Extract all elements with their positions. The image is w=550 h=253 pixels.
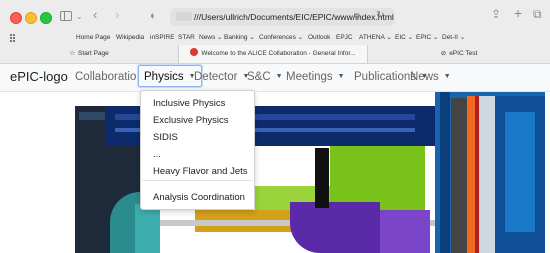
address-bar[interactable]: ///Users/ullrich/Documents/EIC/EPIC/www/… (170, 8, 395, 26)
detector-outer-blue-panel (505, 112, 535, 232)
tab-label: ePIC Test (449, 50, 478, 57)
nav-news[interactable]: News ▼ (410, 70, 451, 84)
url-text: ///Users/ullrich/Documents/EIC/EPIC/www/… (194, 12, 394, 22)
nav-sc[interactable]: S&C ▼ (247, 70, 283, 84)
detector-black-connector (315, 148, 329, 208)
favorite-epic[interactable]: EPIC ⌄ (416, 32, 438, 44)
nav-detector[interactable]: Detector ▼ (194, 70, 249, 84)
caret-down-icon: ▼ (337, 73, 345, 80)
nav-physics[interactable]: Physics ▼ (138, 65, 202, 87)
site-navbar: ePIC-logo Collaboration▼ Physics▼ Detect… (0, 64, 550, 92)
detector-purple-inner (380, 210, 430, 253)
detector-orange-strip (467, 96, 475, 253)
nav-label: Detector (194, 71, 238, 83)
minimize-window-button[interactable] (25, 12, 37, 24)
nav-label: Publications (354, 71, 417, 83)
menu-item-inclusive-physics[interactable]: Inclusive Physics (153, 98, 225, 110)
favorite-eic[interactable]: EIC ⌄ (395, 32, 413, 44)
reload-icon[interactable]: ↻ (376, 10, 384, 21)
menu-item-ellipsis[interactable]: ... (153, 149, 161, 161)
favorite-epjc[interactable]: EPJC (336, 32, 353, 44)
detector-right-grey (451, 98, 467, 253)
back-arrow-icon[interactable]: ‹ (93, 8, 97, 21)
caret-down-icon: ▼ (275, 73, 283, 80)
favorite-star[interactable]: STAR (178, 32, 195, 44)
brand-logo[interactable]: ePIC-logo (10, 69, 68, 85)
favorite-outlook[interactable]: Outlook (308, 32, 330, 44)
favorite-news[interactable]: News ⌄ (199, 32, 223, 44)
nav-label: Collaboration (75, 71, 143, 83)
nav-label: S&C (247, 71, 271, 83)
detector-right-rail (440, 92, 450, 253)
menu-item-heavy-flavor-and-jets[interactable]: Heavy Flavor and Jets (153, 166, 248, 178)
favorite-athena[interactable]: ATHENA ⌄ (359, 32, 392, 44)
detector-grey-strip (479, 96, 495, 253)
menu-item-sidis[interactable]: SIDIS (153, 132, 178, 144)
nav-label: News (410, 71, 439, 83)
site-info-icon[interactable] (176, 12, 192, 21)
close-window-button[interactable] (10, 12, 22, 24)
nav-meetings[interactable]: Meetings ▼ (286, 70, 345, 84)
nav-label: Meetings (286, 71, 333, 83)
new-tab-icon[interactable]: + (514, 6, 522, 20)
favorite-home-page[interactable]: Home Page (76, 32, 110, 44)
tab-start-page[interactable]: ☆ Start Page (0, 45, 178, 63)
menu-item-analysis-coordination[interactable]: Analysis Coordination (153, 192, 245, 204)
caret-down-icon: ▼ (443, 73, 451, 80)
favorite-wikipedia[interactable]: Wikipedia (116, 32, 144, 44)
favorite-det-ii[interactable]: Det-II ⌄ (442, 32, 465, 44)
favorite-conferences[interactable]: Conferences ⌄ (259, 32, 303, 44)
tab-epic-test[interactable]: ⊘ ePIC Test (367, 45, 550, 63)
zoom-window-button[interactable] (40, 12, 52, 24)
detector-teal-inner (135, 204, 160, 253)
detector-purple-endcap (290, 202, 380, 253)
chevron-down-icon[interactable]: ⌄ (76, 11, 83, 23)
tab-bar: ☆ Start Page Welcome to the ALICE Collabo… (0, 45, 550, 63)
privacy-shield-icon[interactable]: ◐ (150, 10, 157, 22)
share-icon[interactable]: ⇪ (491, 8, 501, 20)
alice-favicon-icon (190, 48, 199, 56)
favorite-banking[interactable]: Banking ⌄ (224, 32, 255, 44)
nav-label: Physics (144, 71, 184, 83)
menu-item-exclusive-physics[interactable]: Exclusive Physics (153, 115, 229, 127)
forward-arrow-icon[interactable]: › (115, 8, 119, 21)
browser-toolbar: ⌄ ‹ › ◐ ///Users/ullrich/Documents/EIC/E… (0, 0, 550, 31)
tab-overview-icon[interactable]: ⧉ (533, 8, 542, 20)
tab-label: Welcome to the ALICE Collaboration - Gen… (201, 50, 356, 57)
favorites-bar: Home Page Wikipedia inSPIRE STAR News ⌄ … (0, 31, 550, 45)
sidebar-toggle-icon[interactable] (60, 11, 72, 21)
menu-divider (142, 180, 253, 181)
favorite-inspire[interactable]: inSPIRE (150, 32, 175, 44)
tab-label: Start Page (78, 50, 109, 57)
tab-alice[interactable]: Welcome to the ALICE Collaboration - Gen… (178, 45, 367, 63)
translate-icon[interactable]: ⧉ (354, 11, 360, 21)
compass-icon: ⊘ (440, 50, 447, 57)
favorites-grid-icon[interactable] (10, 34, 18, 42)
browser-chrome: ⌄ ‹ › ◐ ///Users/ullrich/Documents/EIC/E… (0, 0, 550, 64)
star-icon: ☆ (69, 50, 76, 57)
physics-dropdown-menu: Inclusive Physics Exclusive Physics SIDI… (140, 90, 255, 210)
